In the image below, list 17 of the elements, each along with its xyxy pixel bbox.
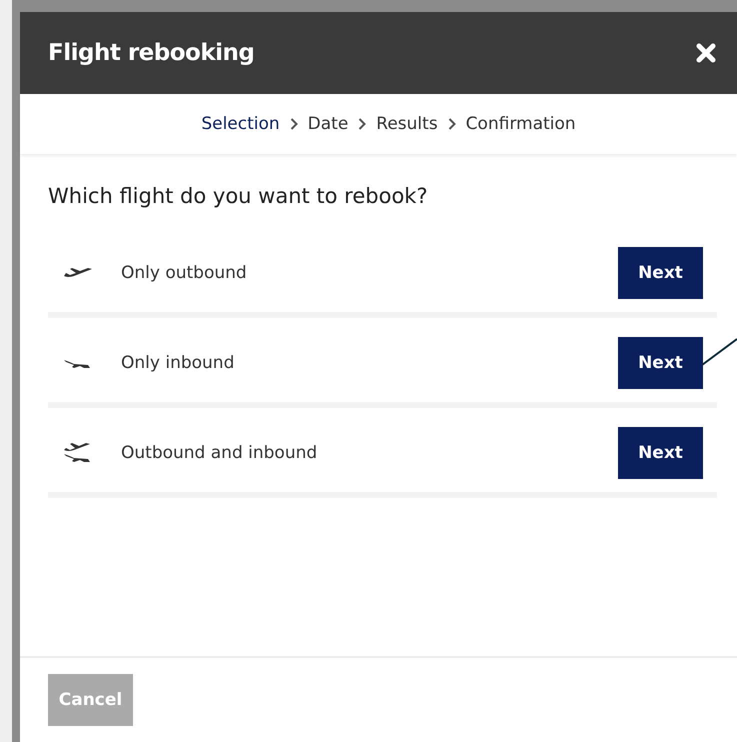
option-label: Only inbound — [121, 353, 236, 373]
step-label: Results — [376, 114, 438, 134]
next-button[interactable]: Next — [618, 427, 703, 479]
next-button[interactable]: Next — [618, 337, 703, 389]
chevron-icon — [358, 118, 366, 130]
leader-line — [701, 338, 737, 366]
chevron-icon — [290, 118, 298, 130]
chevron-icon — [448, 118, 456, 130]
dialog-title: Flight rebooking — [48, 40, 254, 66]
step-label: Date — [308, 114, 348, 134]
option-label: Only outbound — [121, 263, 248, 283]
close-icon[interactable] — [695, 42, 717, 64]
option-label: Outbound and inbound — [121, 443, 318, 463]
step-label: Confirmation — [466, 114, 576, 134]
step-label: Selection — [201, 114, 280, 134]
next-button[interactable]: Next — [618, 247, 703, 299]
question-heading: Which flight do you want to rebook? — [48, 184, 429, 208]
